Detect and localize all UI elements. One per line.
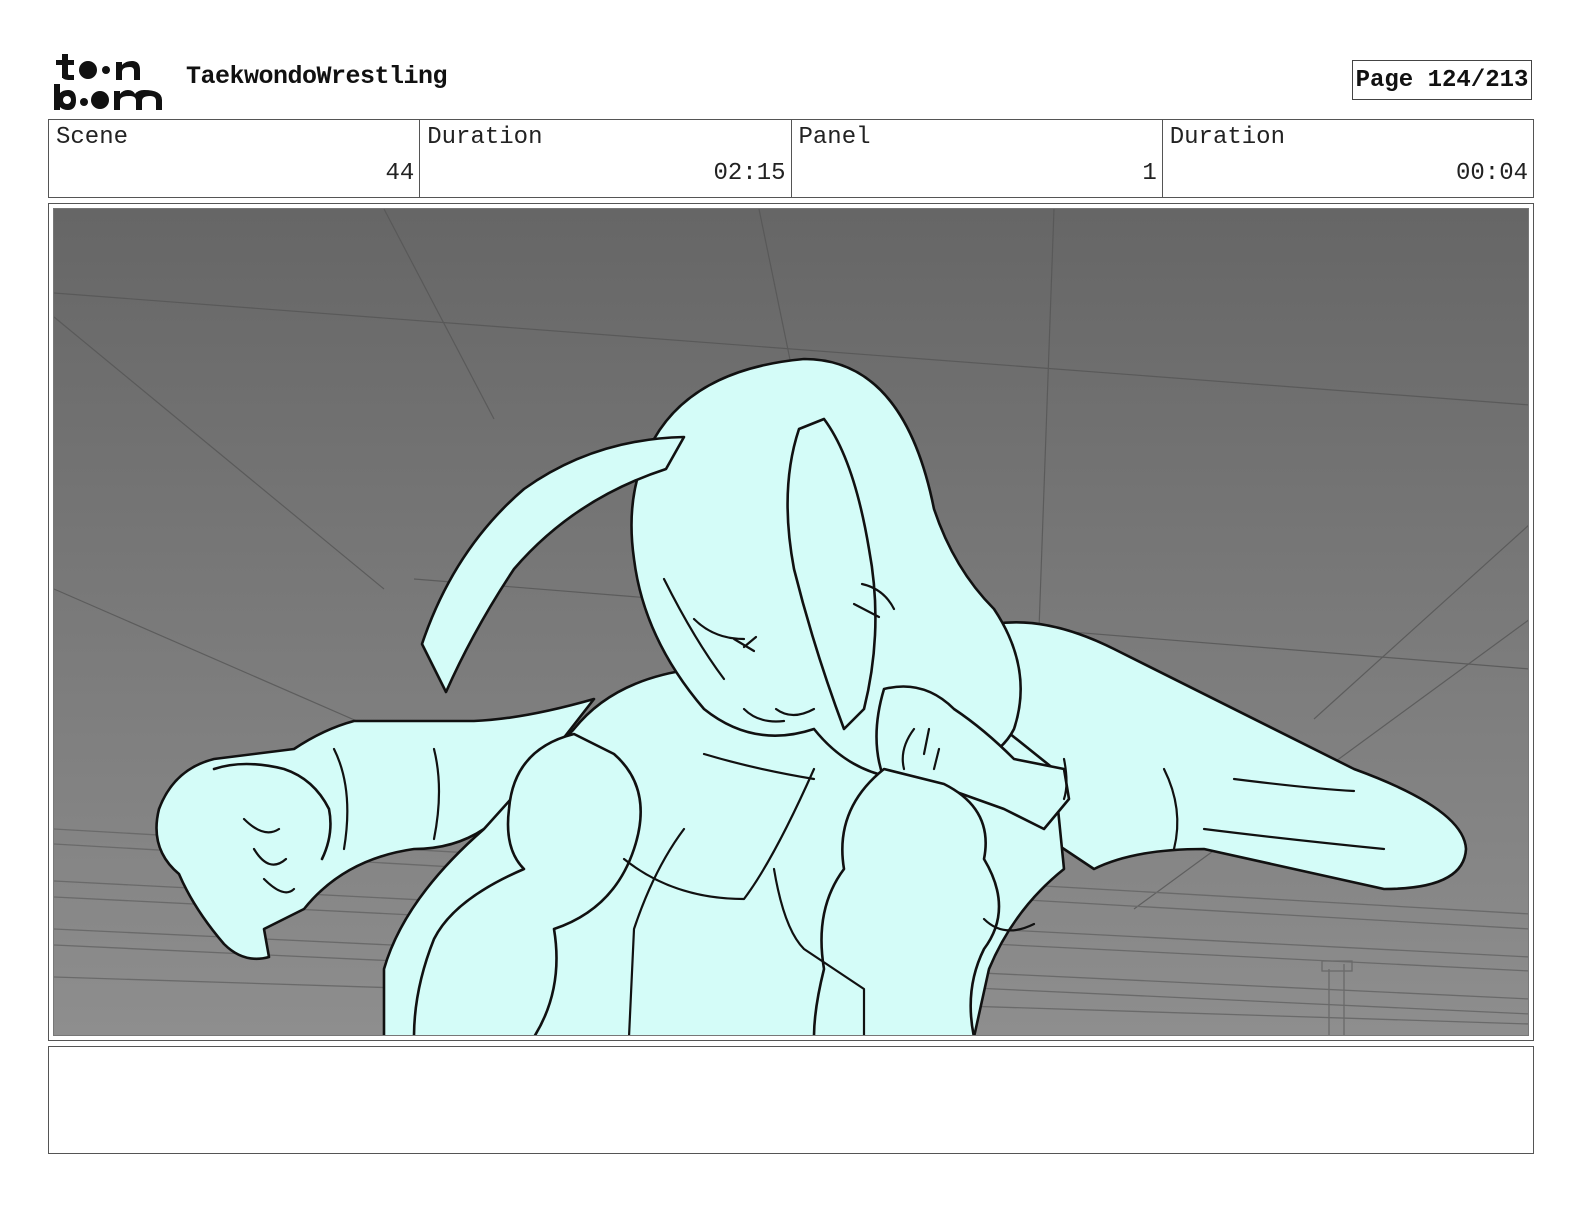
project-title: TaekwondoWrestling	[186, 62, 448, 91]
page-number: Page 124/213	[1355, 66, 1529, 94]
scene-duration-value: 02:15	[713, 160, 786, 187]
scene-duration-cell: Duration 02:15	[420, 120, 792, 197]
scene-label: Scene	[56, 124, 129, 151]
panel-cell: Panel 1	[792, 120, 1163, 197]
panel-notes[interactable]	[48, 1046, 1534, 1154]
page-number-box: Page 124/213	[1352, 60, 1532, 100]
scene-info-row: Scene 44 Duration 02:15 Panel 1 Duration…	[48, 119, 1534, 198]
scene-duration-label: Duration	[427, 124, 543, 151]
toon-boom-logo	[54, 54, 162, 110]
storyboard-drawing-icon	[54, 209, 1528, 1035]
panel-duration-cell: Duration 00:04	[1163, 120, 1533, 197]
panel-image	[53, 208, 1529, 1036]
scene-value: 44	[385, 160, 415, 187]
panel-frame	[48, 203, 1534, 1041]
panel-duration-label: Duration	[1169, 124, 1285, 151]
panel-value: 1	[1142, 160, 1157, 187]
scene-cell: Scene 44	[49, 120, 421, 197]
panel-duration-value: 00:04	[1455, 160, 1528, 187]
panel-label: Panel	[798, 124, 871, 151]
